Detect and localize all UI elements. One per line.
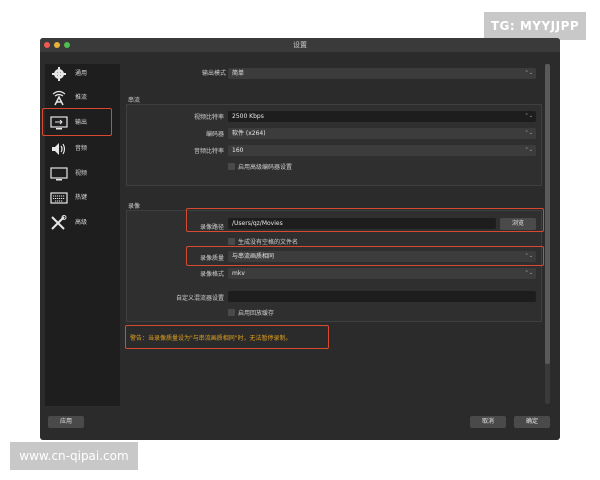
encoder-label: 编码器 bbox=[205, 131, 224, 138]
sidebar-item-hotkeys[interactable]: 热键 bbox=[45, 188, 120, 208]
ok-button[interactable]: 确定 bbox=[514, 416, 550, 428]
broadcast-icon bbox=[52, 90, 66, 106]
recording-section-title: 录像 bbox=[128, 203, 141, 210]
gear-icon bbox=[52, 67, 66, 81]
custom-muxer-input[interactable] bbox=[228, 291, 536, 302]
sidebar-item-label: 推流 bbox=[75, 94, 88, 101]
sidebar-item-label: 通用 bbox=[75, 70, 88, 77]
advanced-encoder-checkbox[interactable] bbox=[228, 163, 235, 170]
sidebar-item-advanced[interactable]: 高级 bbox=[45, 213, 120, 233]
speaker-icon bbox=[52, 143, 66, 155]
chevron-updown-icon: ⌃⌄ bbox=[524, 270, 533, 276]
replay-buffer-checkbox[interactable] bbox=[228, 309, 235, 316]
watermark-tg: TG: MYYJJPP bbox=[484, 12, 586, 40]
encoder-select[interactable]: 软件 (x264) ⌃⌄ bbox=[228, 128, 536, 139]
scrollbar-thumb[interactable] bbox=[545, 64, 550, 364]
recording-format-value: mkv bbox=[232, 270, 245, 277]
recording-path-label: 录像路径 bbox=[199, 224, 224, 231]
sidebar-item-stream[interactable]: 推流 bbox=[45, 88, 120, 108]
warning-text: 警告：当录像质量设为"与串流画质相同"时，无法暂停录制。 bbox=[130, 335, 292, 342]
no-space-filename-checkbox[interactable] bbox=[228, 238, 235, 245]
output-mode-value: 简单 bbox=[232, 70, 245, 77]
sidebar-item-audio[interactable]: 音频 bbox=[45, 139, 120, 159]
stepper-icon[interactable]: ⌃⌄ bbox=[525, 111, 533, 122]
video-bitrate-value: 2500 Kbps bbox=[232, 113, 264, 120]
recording-path-input[interactable]: /Users/qz/Movies bbox=[228, 218, 496, 229]
sidebar-item-general[interactable]: 通用 bbox=[45, 64, 120, 84]
chevron-updown-icon: ⌃⌄ bbox=[524, 70, 533, 76]
keyboard-icon bbox=[50, 192, 68, 204]
recording-format-label: 录像格式 bbox=[199, 271, 224, 278]
tools-icon bbox=[51, 215, 67, 230]
streaming-section-title: 串流 bbox=[128, 97, 141, 104]
settings-window: 设置 通用 推流 输出 音频 视频 热键 高级 输出模式 简单 ⌃⌄ 串流 视频… bbox=[40, 38, 560, 440]
watermark-website: www.cn-qipai.com bbox=[10, 442, 138, 470]
recording-format-select[interactable]: mkv ⌃⌄ bbox=[228, 268, 536, 279]
sidebar-item-label: 视频 bbox=[75, 170, 88, 177]
chevron-updown-icon: ⌃⌄ bbox=[524, 147, 533, 153]
sidebar-item-label: 热键 bbox=[75, 194, 88, 201]
cancel-button[interactable]: 取消 bbox=[470, 416, 506, 428]
apply-button[interactable]: 应用 bbox=[48, 416, 84, 428]
selected-item-highlight bbox=[42, 108, 112, 136]
advanced-encoder-checkbox-label: 启用高级编码器设置 bbox=[238, 164, 293, 171]
video-bitrate-input[interactable]: 2500 Kbps ⌃⌄ bbox=[228, 111, 536, 122]
encoder-value: 软件 (x264) bbox=[232, 130, 266, 137]
sidebar-item-label: 音频 bbox=[75, 145, 88, 152]
video-bitrate-label: 视频比特率 bbox=[193, 114, 224, 121]
output-mode-label: 输出模式 bbox=[201, 70, 226, 77]
output-mode-select[interactable]: 简单 ⌃⌄ bbox=[228, 68, 536, 79]
window-title: 设置 bbox=[293, 41, 307, 49]
audio-bitrate-value: 160 bbox=[232, 147, 244, 154]
sidebar-item-video[interactable]: 视频 bbox=[45, 164, 120, 184]
recording-quality-select[interactable]: 与串流画质相同 ⌃⌄ bbox=[228, 251, 536, 262]
recording-quality-value: 与串流画质相同 bbox=[232, 253, 275, 260]
audio-bitrate-label: 音频比特率 bbox=[193, 148, 224, 155]
no-space-filename-checkbox-label: 生成没有空格的文件名 bbox=[238, 239, 299, 246]
display-icon bbox=[50, 167, 68, 181]
recording-quality-label: 录像质量 bbox=[199, 255, 224, 262]
audio-bitrate-select[interactable]: 160 ⌃⌄ bbox=[228, 145, 536, 156]
chevron-updown-icon: ⌃⌄ bbox=[524, 130, 533, 136]
chevron-updown-icon: ⌃⌄ bbox=[524, 253, 533, 259]
custom-muxer-label: 自定义混流器设置 bbox=[175, 295, 224, 302]
replay-buffer-checkbox-label: 启用回放缓存 bbox=[238, 310, 275, 317]
sidebar-item-label: 高级 bbox=[75, 219, 88, 226]
browse-button[interactable]: 浏览 bbox=[500, 218, 536, 230]
recording-path-value: /Users/qz/Movies bbox=[232, 220, 283, 227]
